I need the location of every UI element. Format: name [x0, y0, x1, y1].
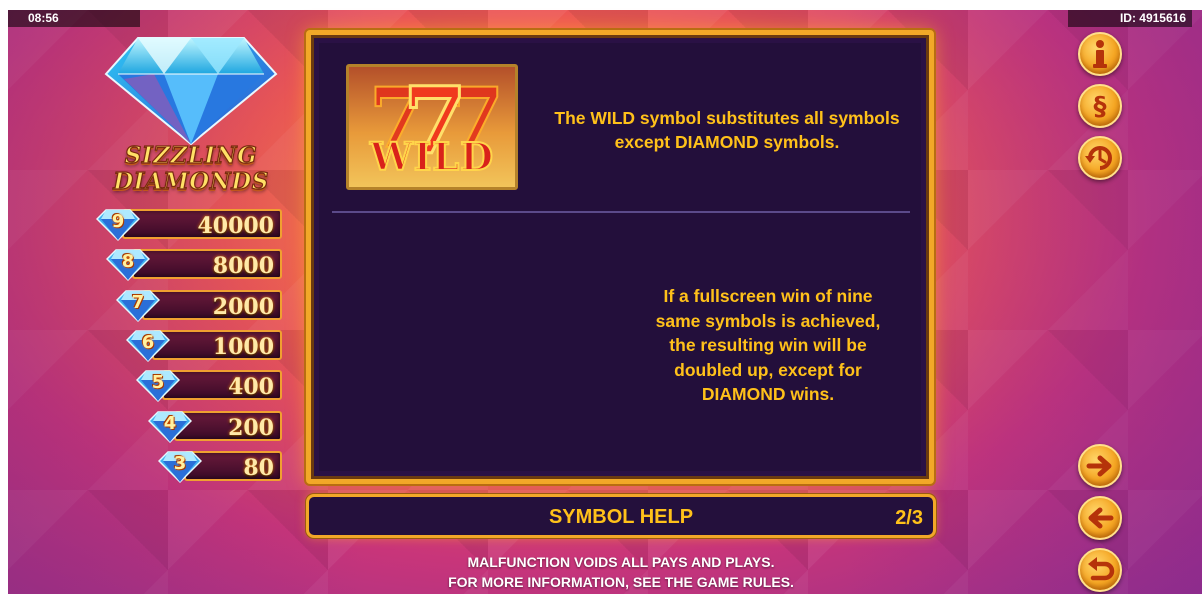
paytable-payout: 400: [228, 374, 274, 401]
fullscreen-line: If a fullscreen win of nine: [663, 286, 873, 306]
help-title: SYMBOL HELP: [548, 506, 694, 528]
session-id: ID: 4915616: [1068, 10, 1192, 27]
wild-symbol: 7 7 7 WILD: [346, 64, 518, 190]
paytable-row: 80 3: [157, 448, 282, 484]
gem-icon: 3: [157, 448, 203, 484]
history-button[interactable]: [1078, 136, 1122, 180]
paragraph-button[interactable]: §: [1078, 84, 1122, 128]
paytable-bar: 40000: [122, 209, 282, 239]
back-button[interactable]: [1078, 548, 1122, 592]
wild-description-line2: except DIAMOND symbols.: [614, 132, 840, 152]
paytable-bar: 2000: [142, 289, 282, 320]
paytable-count: 6: [141, 331, 155, 353]
gem-icon: 5: [135, 367, 181, 403]
fullscreen-line: the resulting win will be: [669, 335, 867, 355]
wild-description: The WILD symbol substitutes all symbols …: [530, 106, 924, 154]
paragraph-icon: §: [1094, 92, 1107, 122]
paytable-count: 9: [111, 211, 125, 232]
paytable-payout: 1000: [212, 333, 274, 360]
paytable-payout: 200: [228, 414, 274, 441]
paytable-payout: 80: [243, 454, 274, 481]
fullscreen-line: doubled up, except for: [674, 359, 862, 380]
history-icon: [1085, 146, 1112, 170]
paytable-bar: 400: [162, 370, 282, 401]
paytable-row: 8000 8: [105, 246, 282, 282]
help-page-indicator: 2/3: [895, 507, 923, 529]
paytable-row: 40000 9: [95, 206, 282, 242]
gem-icon: 9: [95, 206, 141, 242]
disclaimer-line2: FOR MORE INFORMATION, SEE THE GAME RULES…: [448, 574, 794, 590]
fullscreen-line: DIAMOND wins.: [701, 384, 835, 404]
paytable-count: 4: [163, 412, 177, 434]
paytable-row: 400 5: [135, 367, 282, 403]
help-title-bar: SYMBOL HELP 2/3: [306, 494, 936, 538]
disclaimer: MALFUNCTION VOIDS ALL PAYS AND PLAYS. FO…: [306, 552, 936, 592]
wild-description-line1: The WILD symbol substitutes all symbols: [554, 108, 900, 128]
gem-icon: 4: [147, 408, 193, 444]
arrow-left-icon: [1088, 507, 1114, 529]
fullscreen-line: same symbols is achieved,: [655, 310, 881, 331]
svg-text:§: §: [1094, 92, 1107, 122]
paytable-payout: 40000: [197, 213, 274, 239]
prev-page-button[interactable]: [1078, 496, 1122, 540]
info-icon: [1093, 40, 1107, 68]
fullscreen-win-description: If a fullscreen win of nine same symbols…: [620, 284, 916, 407]
diamond-icon: [104, 37, 278, 146]
gem-icon: 6: [125, 327, 171, 363]
return-icon: [1088, 557, 1115, 581]
gem-icon: 7: [115, 287, 161, 323]
gem-icon: 8: [105, 246, 151, 282]
logo-title-line1: SIZZLING: [124, 141, 258, 169]
paytable-count: 3: [173, 452, 187, 474]
paytable-count: 5: [151, 372, 165, 394]
disclaimer-line1: MALFUNCTION VOIDS ALL PAYS AND PLAYS.: [467, 554, 775, 570]
paytable-row: 1000 6: [125, 327, 282, 363]
paytable-count: 7: [131, 291, 145, 313]
paytable-bar: 8000: [132, 249, 282, 280]
game-logo: SIZZLING DIAMONDS: [100, 34, 282, 196]
paytable-row: 200 4: [147, 408, 282, 444]
paytable-row: 2000 7: [115, 287, 282, 323]
paytable-count: 8: [121, 251, 135, 273]
info-button[interactable]: [1078, 32, 1122, 76]
wild-label: WILD: [369, 133, 495, 180]
clock: 08:56: [8, 10, 140, 27]
next-page-button[interactable]: [1078, 444, 1122, 488]
paytable-payout: 8000: [212, 253, 274, 280]
arrow-right-icon: [1086, 455, 1112, 477]
paytable-payout: 2000: [212, 293, 274, 320]
panel-divider: [332, 211, 910, 213]
paytable-bar: 1000: [152, 329, 282, 360]
logo-title-line2: DIAMONDS: [113, 167, 269, 195]
